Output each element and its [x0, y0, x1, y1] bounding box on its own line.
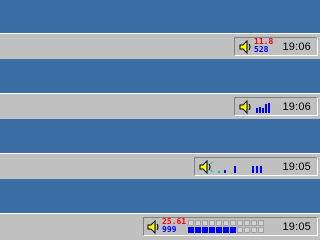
network-meter-1[interactable]: 11.8 528 — [254, 38, 278, 55]
system-tray-2: 19:06 — [234, 97, 318, 116]
desktop: { "colors": { "desktop": "#3a6ea5", "tas… — [0, 0, 320, 240]
speaker-icon[interactable] — [238, 99, 254, 115]
system-tray-1: 11.8 528 19:06 — [234, 37, 318, 56]
system-tray-4: 25.61 999 19:05 — [143, 217, 318, 236]
meter-bottom-value: 528 — [254, 45, 269, 54]
speaker-icon[interactable] — [198, 159, 214, 175]
taskbar-4: 25.61 999 19:05 — [0, 213, 320, 240]
speaker-icon[interactable] — [238, 39, 254, 55]
clock[interactable]: 19:05 — [282, 220, 311, 234]
clock[interactable]: 19:05 — [282, 160, 311, 174]
activity-bars-icon[interactable] — [216, 160, 272, 173]
clock[interactable]: 19:06 — [282, 40, 311, 54]
clock[interactable]: 19:06 — [282, 100, 311, 114]
bandwidth-grid-icon[interactable] — [188, 220, 268, 234]
taskbar-1: 11.8 528 19:06 — [0, 33, 320, 59]
taskbar-2: 19:06 — [0, 93, 320, 119]
speaker-icon[interactable] — [146, 219, 162, 235]
network-meter-4[interactable]: 25.61 999 — [162, 218, 188, 235]
meter-bottom-value: 999 — [162, 225, 177, 234]
system-tray-3: 19:05 — [194, 157, 318, 176]
taskbar-3: 19:05 — [0, 153, 320, 179]
activity-bars-icon[interactable] — [256, 100, 274, 113]
